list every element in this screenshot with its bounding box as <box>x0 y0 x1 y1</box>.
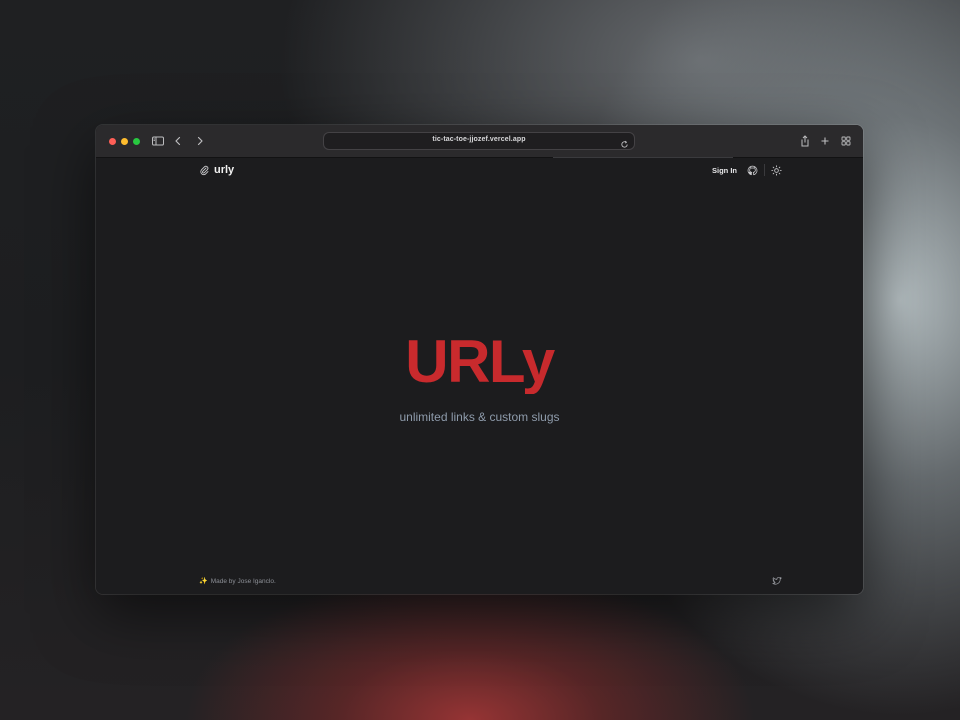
footer-credit: ✨ Made by Jose Iganclo. <box>199 577 276 586</box>
tab-overview-icon[interactable] <box>839 134 853 148</box>
footer-credit-text[interactable]: Made by Jose Iganclo. <box>211 578 276 585</box>
nav-divider <box>764 164 765 176</box>
url-text: tic-tac-toe-jjozef.vercel.app <box>432 136 526 143</box>
brand-name: urly <box>214 164 235 176</box>
sparkles-icon: ✨ <box>199 578 208 585</box>
hero: URLy <box>96 330 863 394</box>
twitter-icon[interactable] <box>772 576 782 586</box>
address-bar[interactable]: tic-tac-toe-jjozef.vercel.app <box>324 133 634 149</box>
brand-link[interactable]: urly <box>199 163 234 177</box>
browser-window: tic-tac-toe-jjozef.vercel.app urly Sign … <box>96 125 863 594</box>
sidebar-icon[interactable] <box>151 134 165 148</box>
sign-in-link[interactable]: Sign In <box>712 166 737 175</box>
zoom-window-button[interactable] <box>133 138 140 145</box>
chevron-right-icon[interactable] <box>193 134 207 148</box>
top-nav-actions: Sign In <box>712 163 782 177</box>
reload-icon[interactable] <box>620 136 629 148</box>
page-content: urly Sign In URLy unlimited links & cust… <box>96 158 863 594</box>
paperclip-icon <box>200 165 209 175</box>
browser-toolbar: tic-tac-toe-jjozef.vercel.app <box>96 125 863 158</box>
close-window-button[interactable] <box>109 138 116 145</box>
sun-icon[interactable] <box>771 164 782 176</box>
minimize-window-button[interactable] <box>121 138 128 145</box>
chevron-left-icon[interactable] <box>171 134 185 148</box>
plus-icon[interactable] <box>818 134 832 148</box>
hero-subtitle: unlimited links & custom slugs <box>399 410 560 424</box>
share-icon[interactable] <box>798 134 812 148</box>
hero-title: URLy <box>96 330 863 394</box>
github-icon[interactable] <box>747 165 758 176</box>
